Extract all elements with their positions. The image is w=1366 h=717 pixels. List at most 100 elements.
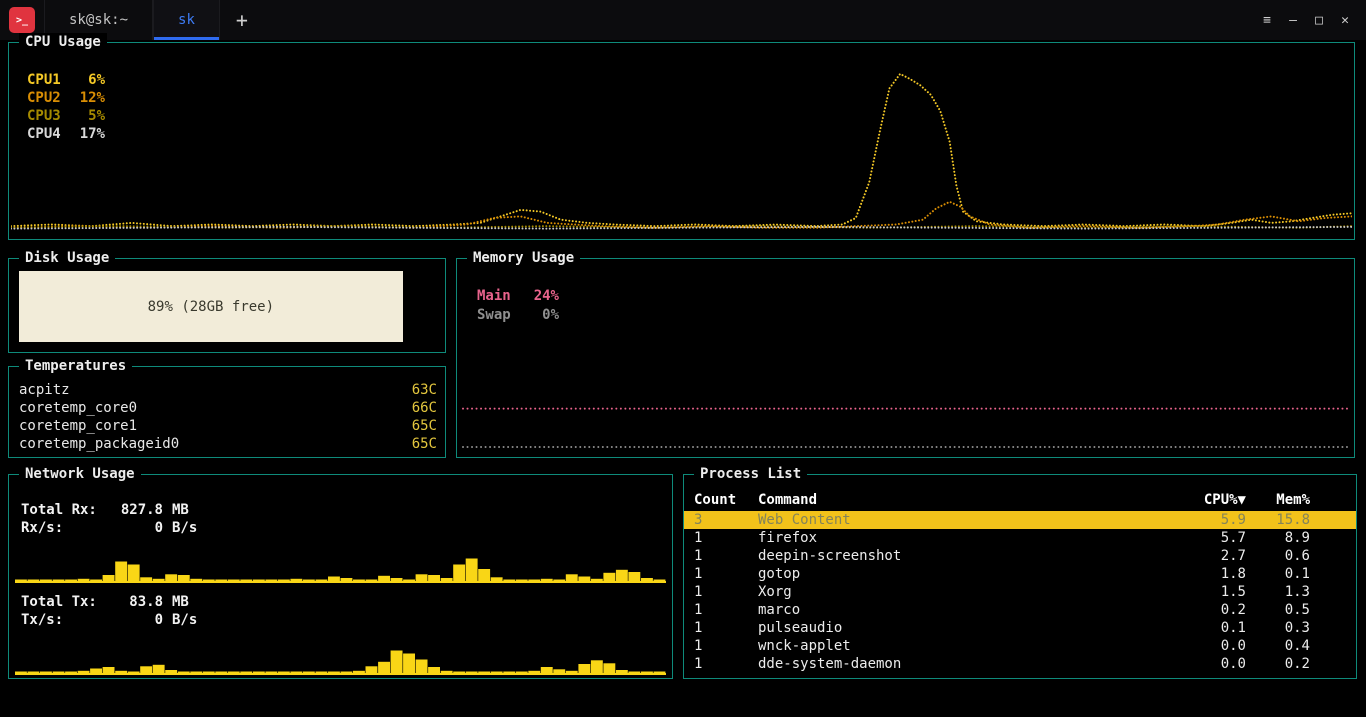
process-count: 1 bbox=[694, 655, 758, 673]
menu-icon[interactable]: ≡ bbox=[1254, 7, 1280, 33]
temperature-row: coretemp_core0 66C bbox=[19, 399, 437, 417]
process-command: dde-system-daemon bbox=[758, 655, 1182, 673]
tx-sparkline bbox=[15, 647, 666, 675]
cpu-name: CPU2 bbox=[27, 89, 71, 107]
rx-rate-label: Rx/s: bbox=[21, 519, 111, 537]
network-rx-text: Total Rx:827.8MB Rx/s:0B/s bbox=[21, 501, 197, 537]
cpu-name: CPU3 bbox=[27, 107, 71, 125]
disk-gauge-label: 89% (28GB free) bbox=[148, 299, 274, 315]
process-command: firefox bbox=[758, 529, 1182, 547]
terminal-content: CPU Usage CPU16%CPU212%CPU35%CPU417% Dis… bbox=[0, 40, 1366, 717]
rx-sparkline bbox=[15, 555, 666, 583]
cpu-percent: 17% bbox=[71, 125, 105, 143]
process-mem: 0.5 bbox=[1246, 601, 1310, 619]
memory-row: Main24% bbox=[477, 287, 559, 306]
process-count: 3 bbox=[694, 511, 758, 529]
process-cpu: 0.2 bbox=[1182, 601, 1246, 619]
disk-panel-title: Disk Usage bbox=[19, 249, 115, 267]
cpu-name: CPU4 bbox=[27, 125, 71, 143]
process-command: marco bbox=[758, 601, 1182, 619]
tx-total-unit: MB bbox=[172, 593, 189, 611]
process-panel: Process List Count Command CPU%▼ Mem% 3W… bbox=[683, 474, 1357, 679]
tab-sk[interactable]: sk bbox=[153, 0, 220, 40]
process-header-mem[interactable]: Mem% bbox=[1246, 491, 1310, 509]
process-row[interactable]: 1pulseaudio0.10.3 bbox=[684, 619, 1356, 637]
temperature-value: 66C bbox=[412, 399, 437, 417]
temperatures-panel-title: Temperatures bbox=[19, 357, 132, 375]
process-command: gotop bbox=[758, 565, 1182, 583]
temperature-row: coretemp_packageid0 65C bbox=[19, 435, 437, 453]
process-row[interactable]: 1marco0.20.5 bbox=[684, 601, 1356, 619]
cpu-panel: CPU Usage CPU16%CPU212%CPU35%CPU417% bbox=[8, 42, 1355, 240]
minimize-button[interactable]: — bbox=[1280, 7, 1306, 33]
process-cpu: 5.9 bbox=[1182, 511, 1246, 529]
cpu-percent: 5% bbox=[71, 107, 105, 125]
process-row[interactable]: 1Xorg1.51.3 bbox=[684, 583, 1356, 601]
tab-sk-label: sk bbox=[178, 12, 195, 28]
process-count: 1 bbox=[694, 637, 758, 655]
process-cpu: 1.5 bbox=[1182, 583, 1246, 601]
window-controls: ≡ — □ ✕ bbox=[1254, 0, 1366, 40]
process-mem: 0.2 bbox=[1246, 655, 1310, 673]
temperatures-panel: Temperatures acpitz63Ccoretemp_core066Cc… bbox=[8, 366, 446, 458]
process-header-cpu[interactable]: CPU%▼ bbox=[1182, 491, 1246, 509]
temperatures-list: acpitz63Ccoretemp_core066Ccoretemp_core1… bbox=[9, 367, 445, 453]
tx-rate-unit: B/s bbox=[172, 611, 197, 629]
process-row[interactable]: 1deepin-screenshot2.70.6 bbox=[684, 547, 1356, 565]
process-panel-title: Process List bbox=[694, 465, 807, 483]
temperature-value: 65C bbox=[412, 435, 437, 453]
process-mem: 0.6 bbox=[1246, 547, 1310, 565]
tx-rate-label: Tx/s: bbox=[21, 611, 111, 629]
process-row[interactable]: 1gotop1.80.1 bbox=[684, 565, 1356, 583]
cpu-legend-row: CPU212% bbox=[27, 89, 105, 107]
memory-chart bbox=[459, 261, 1352, 455]
process-mem: 0.3 bbox=[1246, 619, 1310, 637]
network-tx-rate: Tx/s:0 B/s bbox=[21, 611, 197, 629]
cpu-chart bbox=[11, 45, 1352, 237]
process-cpu: 1.8 bbox=[1182, 565, 1246, 583]
process-row[interactable]: 1wnck-applet0.00.4 bbox=[684, 637, 1356, 655]
close-button[interactable]: ✕ bbox=[1332, 7, 1358, 33]
process-mem: 8.9 bbox=[1246, 529, 1310, 547]
temperature-row: acpitz 63C bbox=[19, 381, 437, 399]
process-count: 1 bbox=[694, 583, 758, 601]
maximize-button[interactable]: □ bbox=[1306, 7, 1332, 33]
titlebar: >_ sk@sk:~ sk + ≡ — □ ✕ bbox=[0, 0, 1366, 40]
network-tx-total: Total Tx:83.8MB bbox=[21, 593, 197, 611]
cpu-percent: 12% bbox=[71, 89, 105, 107]
process-count: 1 bbox=[694, 619, 758, 637]
memory-panel: Memory Usage Main24%Swap0% bbox=[456, 258, 1355, 458]
temperature-name: coretemp_core1 bbox=[19, 417, 137, 435]
memory-name: Main bbox=[477, 287, 523, 306]
process-cpu: 0.0 bbox=[1182, 655, 1246, 673]
tx-total-label: Total Tx: bbox=[21, 593, 111, 611]
process-list: 3Web Content5.915.81firefox5.78.91deepin… bbox=[684, 511, 1356, 673]
process-row[interactable]: 1firefox5.78.9 bbox=[684, 529, 1356, 547]
temperature-name: coretemp_packageid0 bbox=[19, 435, 179, 453]
process-cpu: 5.7 bbox=[1182, 529, 1246, 547]
disk-panel: Disk Usage 89% (28GB free) bbox=[8, 258, 446, 353]
process-command: deepin-screenshot bbox=[758, 547, 1182, 565]
process-row-selected[interactable]: 3Web Content5.915.8 bbox=[684, 511, 1356, 529]
temperature-row: coretemp_core165C bbox=[19, 417, 437, 435]
process-mem: 0.4 bbox=[1246, 637, 1310, 655]
temperature-name: coretemp_core0 bbox=[19, 399, 137, 417]
cpu-legend-row: CPU16% bbox=[27, 71, 105, 89]
process-header-count: Count bbox=[694, 491, 758, 509]
process-row[interactable]: 1dde-system-daemon0.00.2 bbox=[684, 655, 1356, 673]
tx-rate-value: 0 bbox=[111, 611, 163, 629]
process-command: wnck-applet bbox=[758, 637, 1182, 655]
cpu-legend-row: CPU35% bbox=[27, 107, 105, 125]
new-tab-button[interactable]: + bbox=[220, 0, 264, 40]
memory-percent: 24% bbox=[523, 287, 559, 306]
network-panel-title: Network Usage bbox=[19, 465, 141, 483]
temperature-name: acpitz bbox=[19, 381, 70, 399]
memory-legend: Main24%Swap0% bbox=[477, 287, 559, 325]
temperature-value: 63C bbox=[412, 381, 437, 399]
network-panel: Network Usage Total Rx:827.8MB Rx/s:0B/s… bbox=[8, 474, 673, 679]
process-command: pulseaudio bbox=[758, 619, 1182, 637]
network-rx-total: Total Rx:827.8MB bbox=[21, 501, 197, 519]
process-cpu: 0.1 bbox=[1182, 619, 1246, 637]
process-mem: 1.3 bbox=[1246, 583, 1310, 601]
process-command: Xorg bbox=[758, 583, 1182, 601]
